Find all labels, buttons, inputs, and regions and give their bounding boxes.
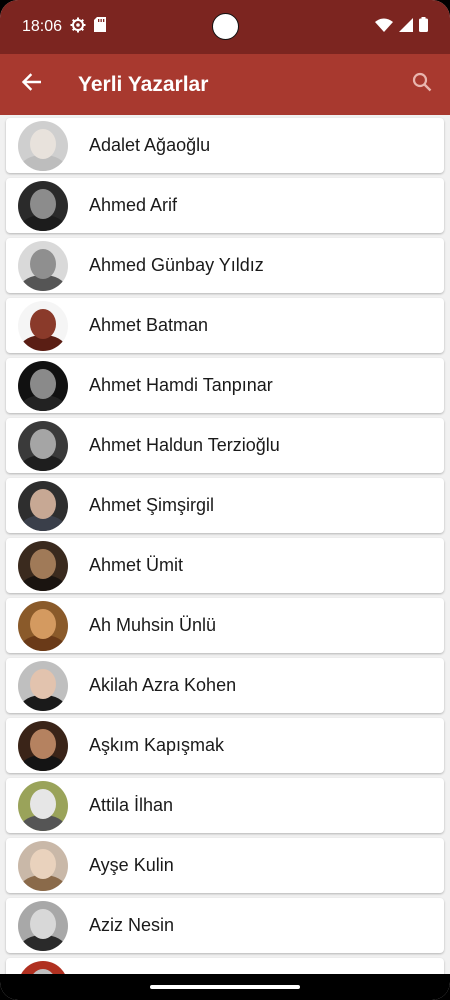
status-time: 18:06	[22, 18, 63, 35]
author-avatar	[18, 600, 68, 651]
author-list[interactable]: Adalet Ağaoğlu Ahmed Arif Ahmed Günbay Yıl…	[0, 115, 450, 975]
author-name: Ahmet Haldun Terzioğlu	[89, 435, 280, 455]
avatar-face-shape	[30, 488, 56, 519]
arrow-left-icon	[21, 73, 42, 96]
author-name: Aziz Nesin	[89, 915, 175, 935]
status-right	[375, 17, 428, 37]
author-list-item[interactable]: Ahmet Hamdi Tanpınar	[6, 358, 444, 413]
avatar-face-shape	[30, 668, 56, 699]
author-list-item[interactable]: Attila İlhan	[6, 778, 444, 833]
author-avatar	[18, 960, 68, 975]
author-avatar	[18, 120, 68, 171]
author-list-item[interactable]: Ahmet Batman	[6, 298, 444, 353]
author-avatar	[18, 900, 68, 951]
battery-icon	[419, 17, 428, 37]
author-name: Akilah Azra Kohen	[89, 675, 237, 695]
author-avatar	[18, 480, 68, 531]
avatar-face-shape	[30, 908, 56, 939]
author-avatar	[18, 660, 68, 711]
avatar-face-shape	[30, 428, 56, 459]
author-list-item[interactable]: Aşkım Kapışmak	[6, 718, 444, 773]
author-name: Ahmet Hamdi Tanpınar	[89, 375, 273, 395]
avatar-face-shape	[30, 188, 56, 219]
wifi-icon	[375, 18, 393, 37]
author-list-item[interactable]: Akilah Azra Kohen	[6, 658, 444, 713]
search-icon	[412, 72, 432, 97]
author-avatar	[18, 780, 68, 831]
author-name: Attila İlhan	[89, 795, 174, 815]
author-name: Adalet Ağaoğlu	[89, 135, 211, 155]
author-list-item[interactable]	[6, 958, 444, 975]
settings-gear-icon	[70, 17, 86, 38]
author-name: Ahmed Günbay Yıldız	[89, 255, 264, 275]
author-list-item[interactable]: Ayşe Kulin	[6, 838, 444, 893]
author-list-item[interactable]: Ahmet Ümit	[6, 538, 444, 593]
author-list-item[interactable]: Ahmed Arif	[6, 178, 444, 233]
status-left: 18:06	[22, 17, 107, 38]
author-avatar	[18, 840, 68, 891]
author-avatar	[18, 300, 68, 351]
navigation-bar	[0, 974, 450, 1000]
avatar-face-shape	[30, 608, 56, 639]
sd-card-icon	[94, 17, 107, 37]
author-avatar	[18, 360, 68, 411]
author-name: Ayşe Kulin	[89, 855, 174, 875]
author-name: Ahmet Şimşirgil	[89, 495, 215, 515]
author-avatar	[18, 240, 68, 291]
app-screen: 18:06 Yerli Yazarlar Adalet Ağaoğlu Ahme…	[0, 0, 450, 1000]
author-list-item[interactable]: Aziz Nesin	[6, 898, 444, 953]
avatar-face-shape	[30, 368, 56, 399]
author-avatar	[18, 180, 68, 231]
page-title: Yerli Yazarlar	[78, 72, 209, 96]
author-list-item[interactable]: Ahmet Haldun Terzioğlu	[6, 418, 444, 473]
author-avatar	[18, 420, 68, 471]
author-list-item[interactable]: Ah Muhsin Ünlü	[6, 598, 444, 653]
camera-cutout	[212, 13, 239, 40]
avatar-face-shape	[30, 248, 56, 279]
avatar-face-shape	[30, 128, 56, 159]
author-name: Ahmet Ümit	[89, 555, 184, 575]
avatar-face-shape	[30, 548, 56, 579]
app-bar: Yerli Yazarlar	[0, 54, 450, 115]
author-avatar	[18, 540, 68, 591]
avatar-face-shape	[30, 728, 56, 759]
signal-icon	[399, 17, 413, 37]
back-button[interactable]	[0, 54, 62, 115]
author-name: Ahmet Batman	[89, 315, 209, 335]
author-name: Ahmed Arif	[89, 195, 178, 215]
avatar-face-shape	[30, 848, 56, 879]
search-button[interactable]	[394, 54, 450, 115]
author-name: Ah Muhsin Ünlü	[89, 615, 217, 635]
avatar-face-shape	[30, 308, 56, 339]
home-gesture-handle[interactable]	[150, 985, 300, 989]
author-name: Aşkım Kapışmak	[89, 735, 225, 755]
author-avatar	[18, 720, 68, 771]
author-list-item[interactable]: Adalet Ağaoğlu	[6, 118, 444, 173]
avatar-face-shape	[30, 788, 56, 819]
author-list-item[interactable]: Ahmet Şimşirgil	[6, 478, 444, 533]
author-list-item[interactable]: Ahmed Günbay Yıldız	[6, 238, 444, 293]
